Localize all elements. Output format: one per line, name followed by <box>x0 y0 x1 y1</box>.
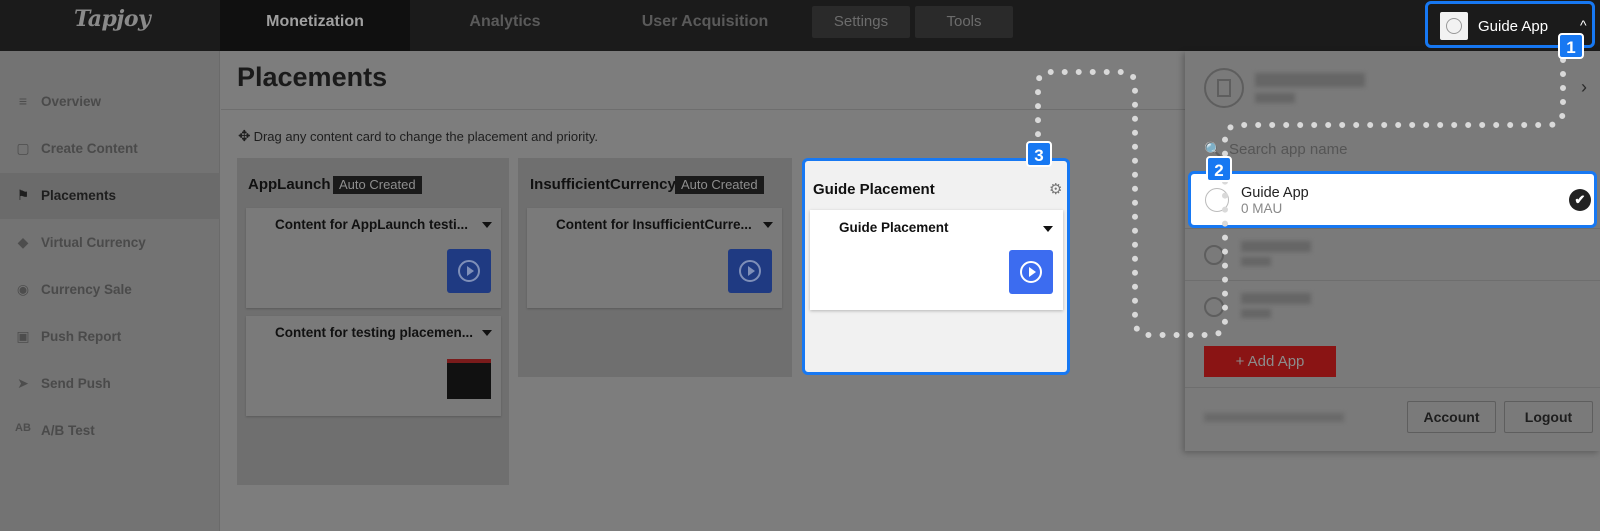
content-card-title: Guide Placement <box>839 220 949 235</box>
content-card[interactable]: Content for AppLaunch testi... <box>246 208 501 308</box>
content-card-title: Content for InsufficientCurre... <box>556 217 752 232</box>
app-list-item[interactable] <box>1185 228 1600 280</box>
step-badge-3: 3 <box>1026 141 1052 167</box>
sidebar-item-label: Virtual Currency <box>41 235 146 250</box>
video-thumbnail[interactable] <box>1009 250 1053 294</box>
gear-icon[interactable]: ⚙ <box>1049 180 1062 198</box>
smiley-icon <box>1204 297 1224 317</box>
caret-down-icon[interactable] <box>482 222 492 228</box>
ab-test-icon: AB <box>15 422 31 434</box>
sidebar-item-label: Currency Sale <box>41 282 132 297</box>
tab-monetization[interactable]: Monetization <box>220 0 410 51</box>
app-switcher-name: Guide App <box>1478 18 1549 35</box>
sidebar-item-label: A/B Test <box>41 423 95 438</box>
list-icon: ≡ <box>18 93 28 109</box>
sidebar-item-label: Overview <box>41 94 102 109</box>
tab-user-acquisition[interactable]: User Acquisition <box>600 0 810 51</box>
drag-hint-text: Drag any content card to change the plac… <box>253 129 599 144</box>
placement-column-applaunch: AppLaunch Auto Created Content for AppLa… <box>237 158 509 485</box>
selected-app-item[interactable]: Guide App 0 MAU ✔ <box>1188 171 1597 228</box>
app-name: Guide App <box>1241 185 1309 201</box>
app-list-item[interactable] <box>1185 280 1600 332</box>
app-avatar <box>1440 12 1468 40</box>
blurred-org-sub <box>1255 93 1295 103</box>
cursor-icon: ➤ <box>17 375 29 391</box>
video-thumbnail <box>447 249 491 293</box>
caret-down-icon[interactable] <box>482 330 492 336</box>
content-card-title: Content for testing placemen... <box>275 325 474 340</box>
blurred-footer-text <box>1204 413 1344 422</box>
app-dropdown-panel: › 🔍 + Add App Account Logout <box>1185 51 1600 451</box>
tab-settings[interactable]: Settings <box>812 6 910 38</box>
sidebar-item-label: Placements <box>41 188 117 203</box>
sidebar-item-virtual-currency[interactable]: ◆ Virtual Currency <box>0 220 220 266</box>
sidebar-item-label: Send Push <box>41 376 111 391</box>
sidebar: ≡ Overview ▢ Create Content ⚑ Placements… <box>0 51 220 531</box>
sidebar-item-overview[interactable]: ≡ Overview <box>0 79 220 125</box>
tab-tools[interactable]: Tools <box>915 6 1013 38</box>
caret-down-icon[interactable] <box>1043 226 1053 232</box>
content-card[interactable]: Content for InsufficientCurre... <box>527 208 782 308</box>
auto-created-badge: Auto Created <box>333 176 422 194</box>
placement-title: AppLaunch <box>248 176 331 193</box>
caret-down-icon[interactable] <box>763 222 773 228</box>
account-button[interactable]: Account <box>1407 401 1496 433</box>
drag-hint: ✥ Drag any content card to change the pla… <box>238 127 598 145</box>
building-icon <box>1204 68 1244 108</box>
flag-icon: ⚑ <box>16 187 30 203</box>
top-navigation: Tapjoy Monetization Analytics User Acqui… <box>0 0 1600 51</box>
tapjoy-logo[interactable]: Tapjoy <box>74 6 151 32</box>
smiley-icon <box>1204 245 1224 265</box>
push-report-icon: ▣ <box>16 328 30 344</box>
content-card[interactable]: Guide Placement <box>810 210 1063 310</box>
divider <box>221 109 1191 110</box>
sidebar-item-ab-test[interactable]: AB A/B Test <box>0 408 220 454</box>
app-mau: 0 MAU <box>1241 201 1283 216</box>
divider <box>1185 387 1600 388</box>
content-card-title: Content for AppLaunch testi... <box>275 217 468 232</box>
placement-title: Guide Placement <box>813 181 935 198</box>
sidebar-item-placements[interactable]: ⚑ Placements <box>0 173 220 219</box>
search-app-input[interactable] <box>1229 137 1569 161</box>
smiley-icon <box>1446 18 1462 34</box>
sidebar-item-label: Create Content <box>41 141 138 156</box>
step-badge-1: 1 <box>1558 33 1584 59</box>
sidebar-item-create-content[interactable]: ▢ Create Content <box>0 126 220 172</box>
check-icon: ✔ <box>1569 189 1591 211</box>
tab-analytics[interactable]: Analytics <box>410 0 600 51</box>
content-thumbnail <box>447 359 491 399</box>
placement-column-guide-placement: Guide Placement ⚙ Guide Placement <box>802 158 1070 375</box>
add-app-button[interactable]: + Add App <box>1204 346 1336 377</box>
page-title: Placements <box>237 62 388 92</box>
sidebar-item-send-push[interactable]: ➤ Send Push <box>0 361 220 407</box>
sidebar-item-push-report[interactable]: ▣ Push Report <box>0 314 220 360</box>
create-content-icon: ▢ <box>16 140 30 156</box>
sidebar-item-label: Push Report <box>41 329 122 344</box>
diamond-icon: ◆ <box>17 234 29 250</box>
auto-created-badge: Auto Created <box>675 176 764 194</box>
video-thumbnail <box>728 249 772 293</box>
step-badge-2: 2 <box>1206 156 1232 182</box>
content-card[interactable]: Content for testing placemen... <box>246 316 501 416</box>
logout-button[interactable]: Logout <box>1504 401 1593 433</box>
placement-column-insufficient-currency: InsufficientCurrency Auto Created Conten… <box>518 158 792 377</box>
placement-title: InsufficientCurrency <box>530 176 676 193</box>
chevron-right-icon[interactable]: › <box>1581 77 1587 98</box>
sidebar-item-currency-sale[interactable]: ◉ Currency Sale <box>0 267 220 313</box>
blurred-org-name <box>1255 73 1365 87</box>
chevron-up-icon[interactable]: ^ <box>1580 17 1587 33</box>
move-icon: ✥ <box>238 128 251 145</box>
smiley-icon <box>1205 188 1229 212</box>
coins-icon: ◉ <box>16 281 30 297</box>
